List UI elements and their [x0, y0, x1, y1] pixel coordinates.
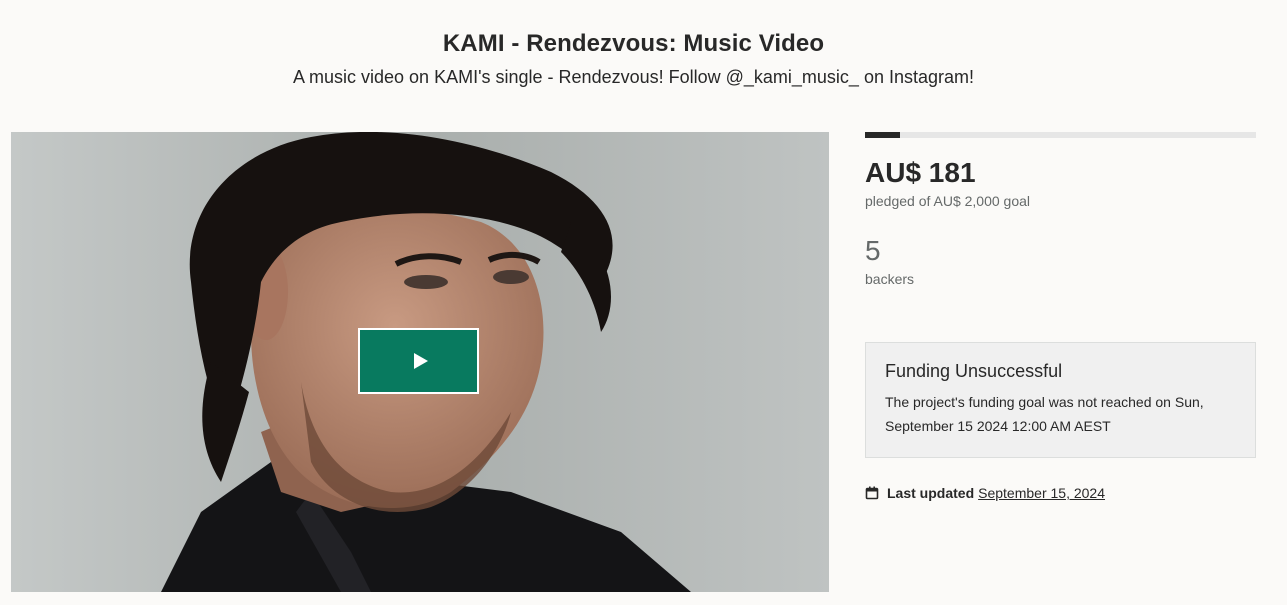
- pledged-amount: AU$ 181: [865, 157, 976, 188]
- project-video[interactable]: [11, 132, 829, 592]
- last-updated: Last updated September 15, 2024: [865, 485, 1105, 501]
- play-icon: [413, 353, 428, 369]
- pledged-goal-label: pledged of AU$ 2,000 goal: [865, 193, 1031, 209]
- funding-progress-bar: [865, 132, 1256, 138]
- status-message: The project's funding goal was not reach…: [885, 394, 1204, 434]
- project-title: KAMI - Rendezvous: Music Video: [442, 30, 825, 57]
- last-updated-label: Last updated: [887, 485, 975, 501]
- funding-status-box: Funding Unsuccessful The project's fundi…: [865, 342, 1256, 458]
- backers-count: 5: [865, 235, 881, 266]
- calendar-icon: [865, 486, 879, 500]
- backers-label: backers: [865, 271, 915, 287]
- funding-progress-fill: [865, 132, 901, 138]
- last-updated-date-link[interactable]: September 15, 2024: [978, 485, 1105, 501]
- project-blurb: A music video on KAMI's single - Rendezv…: [293, 67, 974, 87]
- play-button[interactable]: [358, 328, 479, 394]
- status-title: Funding Unsuccessful: [885, 361, 1063, 381]
